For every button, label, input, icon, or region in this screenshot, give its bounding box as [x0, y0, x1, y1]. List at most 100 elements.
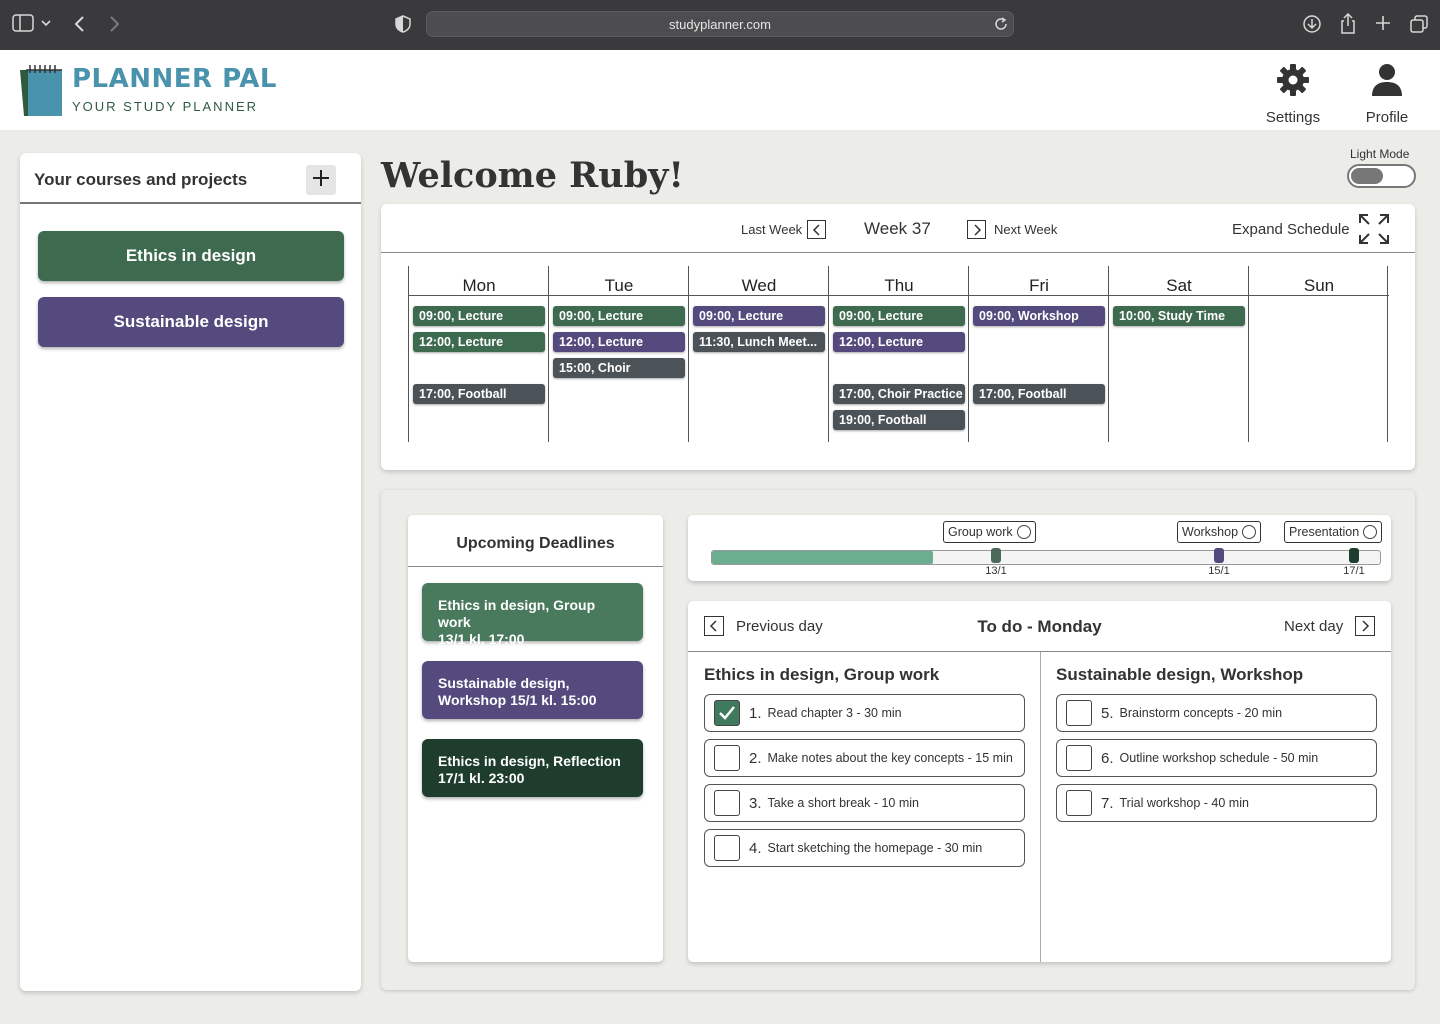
profile-button[interactable]: Profile: [1347, 62, 1427, 126]
milestone-filter[interactable]: Group work: [943, 521, 1036, 543]
schedule-event[interactable]: 17:00, Choir Practice: [833, 384, 965, 404]
task-text: Make notes about the key concepts - 15 m…: [767, 751, 1013, 765]
plus-icon: [312, 166, 330, 194]
deadline-line: Sustainable design,: [438, 675, 570, 691]
schedule-event[interactable]: 09:00, Lecture: [413, 306, 545, 326]
task-checkbox[interactable]: [1066, 700, 1092, 726]
schedule-event[interactable]: 12:00, Lecture: [833, 332, 965, 352]
chevron-down-icon[interactable]: [40, 17, 52, 29]
url-text: studyplanner.com: [669, 16, 771, 32]
divider: [689, 295, 829, 296]
schedule-event[interactable]: 09:00, Lecture: [553, 306, 685, 326]
milestone-marker: [991, 548, 1001, 563]
last-week-button[interactable]: [807, 220, 826, 239]
courses-sidebar: Your courses and projects Ethics in desi…: [20, 153, 361, 991]
download-icon[interactable]: [1302, 14, 1322, 34]
task-text: Start sketching the homepage - 30 min: [767, 841, 983, 855]
radio-icon[interactable]: [1016, 525, 1031, 539]
settings-button[interactable]: Settings: [1253, 62, 1333, 126]
task-checkbox[interactable]: [1066, 745, 1092, 771]
next-day-label[interactable]: Next day: [1284, 618, 1343, 635]
radio-icon[interactable]: [1242, 525, 1257, 539]
course-button-sustainable[interactable]: Sustainable design: [38, 297, 344, 347]
day-header: Fri: [1029, 276, 1049, 295]
deadline-line: Workshop 15/1 kl. 15:00: [438, 692, 597, 708]
schedule-event[interactable]: 15:00, Choir: [553, 358, 685, 378]
light-mode-toggle[interactable]: [1347, 164, 1416, 188]
url-bar[interactable]: studyplanner.com: [426, 11, 1014, 37]
task-number: 5.: [1101, 704, 1114, 722]
add-course-button[interactable]: [306, 165, 336, 195]
task-group-title: Sustainable design, Workshop: [1056, 665, 1304, 684]
task-text: Brainstorm concepts - 20 min: [1119, 706, 1283, 720]
deadline-card[interactable]: Ethics in design, Reflection 17/1 kl. 23:…: [422, 739, 643, 797]
task-item[interactable]: 4. Start sketching the homepage - 30 min: [704, 829, 1025, 867]
schedule-event[interactable]: 19:00, Football: [833, 410, 965, 430]
next-week-button[interactable]: [967, 220, 986, 239]
schedule-event[interactable]: 12:00, Lecture: [553, 332, 685, 352]
schedule-event[interactable]: 11:30, Lunch Meet...: [693, 332, 825, 352]
radio-icon[interactable]: [1363, 525, 1378, 539]
task-text: Take a short break - 10 min: [767, 796, 919, 810]
schedule-event[interactable]: 09:00, Workshop: [973, 306, 1105, 326]
task-number: 2.: [749, 749, 762, 767]
task-item[interactable]: 2. Make notes about the key concepts - 15…: [704, 739, 1025, 777]
schedule-event[interactable]: 10:00, Study Time: [1113, 306, 1245, 326]
schedule-event[interactable]: 09:00, Lecture: [693, 306, 825, 326]
course-button-ethics[interactable]: Ethics in design: [38, 231, 344, 281]
task-item[interactable]: 3. Take a short break - 10 min: [704, 784, 1025, 822]
sidebar-title: Your courses and projects: [34, 170, 248, 189]
milestone-label: Presentation: [1289, 525, 1360, 539]
progress-fill: [712, 551, 933, 564]
divider: [1249, 295, 1389, 296]
schedule-event[interactable]: 17:00, Football: [413, 384, 545, 404]
schedule-event[interactable]: 09:00, Lecture: [833, 306, 965, 326]
day-header: Tue: [604, 276, 634, 295]
task-checkbox[interactable]: [714, 745, 740, 771]
day-column-sat: Sat 10:00, Study Time: [1108, 266, 1249, 442]
deadline-progress: 13/1 Group work 15/1 Workshop 17/1 Presentati…: [688, 515, 1391, 581]
task-number: 1.: [749, 704, 762, 722]
task-checkbox[interactable]: [714, 835, 740, 861]
milestone-filter[interactable]: Presentation: [1284, 521, 1383, 543]
divider: [549, 295, 689, 296]
expand-icon[interactable]: [1357, 212, 1391, 246]
task-checkbox[interactable]: [1066, 790, 1092, 816]
day-header: Sat: [1166, 276, 1192, 295]
app-subtitle: YOUR STUDY PLANNER: [72, 99, 259, 114]
reload-icon[interactable]: [993, 16, 1009, 32]
day-header: Wed: [741, 276, 777, 295]
next-day-button[interactable]: [1355, 616, 1375, 636]
chevron-left-icon: [812, 223, 820, 236]
forward-arrow-icon[interactable]: [106, 14, 122, 34]
last-week-label[interactable]: Last Week: [741, 222, 802, 237]
schedule-event[interactable]: 12:00, Lecture: [413, 332, 545, 352]
milestone-label: Group work: [948, 525, 1013, 539]
week-label: Week 37: [864, 219, 931, 238]
deadline-card[interactable]: Ethics in design, Group work 13/1 kl. 17:…: [422, 583, 643, 647]
profile-label: Profile: [1365, 109, 1409, 126]
tab-overview-icon[interactable]: [1409, 14, 1429, 34]
deadline-card[interactable]: Sustainable design, Workshop 15/1 kl. 15:…: [422, 661, 643, 719]
task-checkbox[interactable]: [714, 700, 740, 726]
back-arrow-icon[interactable]: [72, 14, 88, 34]
next-week-label[interactable]: Next Week: [994, 222, 1057, 237]
task-item[interactable]: 5. Brainstorm concepts - 20 min: [1056, 694, 1377, 732]
schedule-event[interactable]: 17:00, Football: [973, 384, 1105, 404]
milestone-marker: [1214, 548, 1224, 563]
milestone-date: 17/1: [1343, 565, 1365, 577]
new-tab-icon[interactable]: [1374, 14, 1392, 32]
task-item[interactable]: 1. Read chapter 3 - 30 min: [704, 694, 1025, 732]
milestone-filter[interactable]: Workshop: [1177, 521, 1262, 543]
divider: [409, 295, 549, 296]
task-item[interactable]: 6. Outline workshop schedule - 50 min: [1056, 739, 1377, 777]
task-checkbox[interactable]: [714, 790, 740, 816]
divider: [829, 295, 969, 296]
checkmark-icon: [719, 706, 735, 720]
sidebar-toggle-icon[interactable]: [12, 14, 34, 32]
expand-schedule-label[interactable]: Expand Schedule: [1232, 221, 1350, 238]
share-icon[interactable]: [1339, 13, 1357, 35]
progress-track: [711, 550, 1381, 565]
privacy-shield-icon[interactable]: [394, 14, 412, 34]
task-item[interactable]: 7. Trial workshop - 40 min: [1056, 784, 1377, 822]
